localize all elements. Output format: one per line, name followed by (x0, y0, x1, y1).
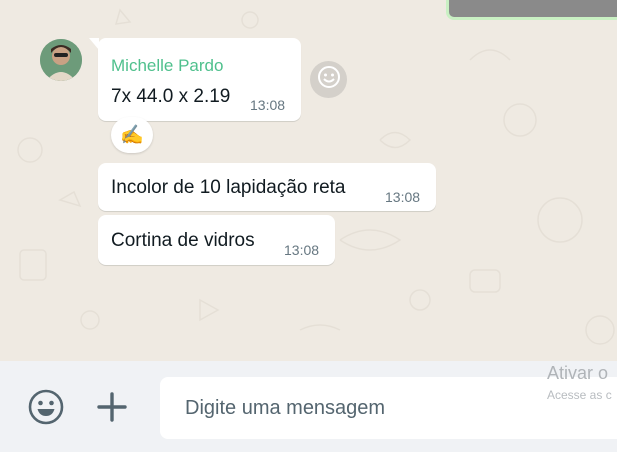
message-input[interactable] (160, 377, 617, 439)
bubble-tail (89, 38, 99, 50)
contact-avatar[interactable] (40, 39, 82, 81)
message-bubble[interactable]: Incolor de 10 lapidação reta 13:08 (98, 163, 436, 211)
message-time: 13:08 (284, 242, 320, 258)
activation-watermark-subtitle: Acesse as c (547, 388, 612, 402)
message-text: Cortina de vidros (111, 230, 255, 251)
message-bubble[interactable]: Michelle Pardo 7x 44.0 x 2.19 13:08 (89, 38, 301, 121)
message-reaction[interactable]: ✍️ (111, 117, 153, 153)
emoji-button[interactable] (26, 389, 66, 429)
sender-name[interactable]: Michelle Pardo (111, 56, 223, 76)
chat-area: Michelle Pardo 7x 44.0 x 2.19 13:08 ✍️ I… (0, 0, 617, 361)
smiley-icon (317, 65, 341, 94)
message-bubble[interactable]: Cortina de vidros 13:08 (98, 215, 335, 265)
compose-bar: Ativar o Acesse as c (0, 361, 617, 452)
outgoing-message-edge (446, 0, 617, 20)
plus-icon (96, 391, 128, 428)
activation-watermark-title: Ativar o (547, 363, 609, 383)
message-text: 7x 44.0 x 2.19 (111, 86, 231, 107)
message-text: Incolor de 10 lapidação reta (111, 177, 346, 198)
message-time: 13:08 (250, 97, 286, 113)
emoji-icon (27, 388, 65, 431)
react-button[interactable] (310, 61, 347, 98)
writing-hand-emoji: ✍️ (120, 125, 144, 146)
attach-button[interactable] (92, 389, 132, 429)
message-time: 13:08 (385, 189, 421, 205)
